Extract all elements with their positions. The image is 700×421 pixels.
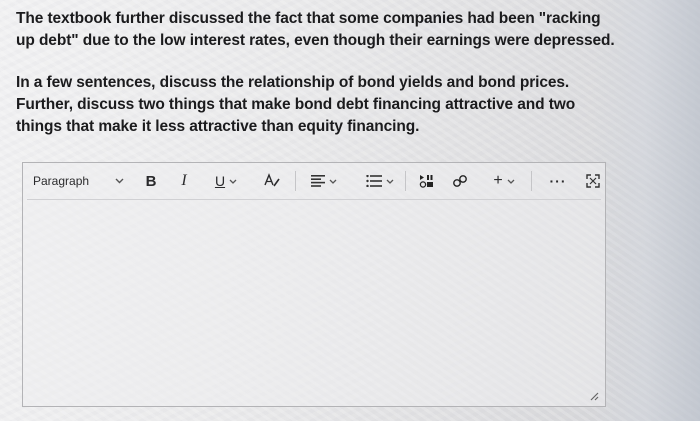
underline-label: U	[214, 173, 226, 189]
italic-label: I	[181, 172, 187, 189]
expand-icon	[586, 174, 600, 188]
chevron-down-icon	[329, 176, 337, 186]
toolbar-separator	[531, 171, 532, 191]
question-paragraph-context: The textbook further discussed the fact …	[16, 10, 615, 49]
question-paragraph-task: In a few sentences, discuss the relation…	[16, 74, 576, 135]
chevron-down-icon	[115, 176, 124, 187]
text-color-button[interactable]	[261, 169, 283, 193]
resize-grip-icon[interactable]	[587, 388, 599, 401]
chevron-down-icon	[386, 176, 394, 186]
link-icon	[453, 175, 467, 187]
more-options-button[interactable]: ···	[547, 169, 569, 193]
rich-text-editor: Paragraph B I U + ···	[22, 162, 606, 407]
plus-icon: +	[493, 172, 503, 189]
editor-toolbar: Paragraph B I U + ···	[23, 163, 605, 199]
expand-button[interactable]	[583, 169, 603, 193]
bold-button[interactable]: B	[141, 169, 161, 193]
media-embed-button[interactable]	[416, 169, 438, 193]
insert-button[interactable]: +	[489, 169, 519, 193]
paragraph-style-label: Paragraph	[33, 174, 90, 188]
link-button[interactable]	[449, 169, 471, 193]
more-icon: ···	[549, 173, 567, 189]
underline-button[interactable]: U	[211, 169, 241, 193]
italic-button[interactable]: I	[175, 169, 193, 193]
align-button[interactable]	[307, 169, 341, 193]
question-prompt: The textbook further discussed the fact …	[16, 8, 616, 138]
editor-content-area[interactable]	[23, 200, 605, 406]
media-embed-icon	[419, 175, 433, 188]
paragraph-style-select[interactable]: Paragraph	[33, 169, 129, 193]
text-color-icon	[264, 173, 280, 187]
list-button[interactable]	[363, 169, 397, 193]
bullet-list-icon	[366, 175, 382, 187]
bold-label: B	[145, 172, 157, 190]
toolbar-separator	[405, 171, 406, 191]
align-left-icon	[311, 175, 325, 187]
chevron-down-icon	[507, 176, 515, 186]
chevron-down-icon	[229, 176, 237, 186]
toolbar-separator	[295, 171, 296, 191]
